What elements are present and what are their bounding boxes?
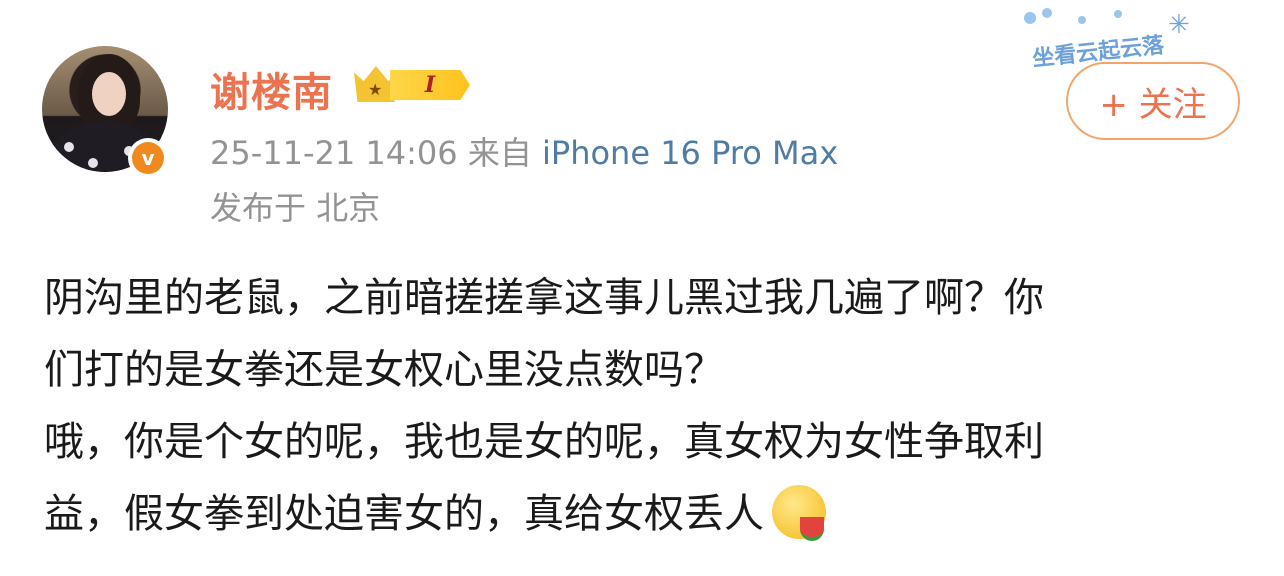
post-datetime: 25-11-21 14:06 (210, 134, 458, 172)
follow-button[interactable]: + 关注 (1066, 62, 1240, 140)
avatar-pattern (64, 142, 74, 152)
post-line: 们打的是女拳还是女权心里没点数吗？ (44, 347, 724, 393)
post-line: 阴沟里的老鼠，之前暗搓搓拿这事儿黑过我几遍了啊？你 (44, 275, 1044, 321)
post-line: 益，假女拳到处迫害女的，真给女权丢人 (44, 478, 1244, 550)
decor-dot (1024, 12, 1036, 24)
decor-dot (1042, 8, 1052, 18)
weibo-post-card: v 谢楼南 ★ I 25-11-21 14:06 来自 iPhone 16 Pr… (0, 0, 1284, 576)
member-badge[interactable]: ★ I (354, 64, 472, 106)
source-prefix: 来自 (467, 134, 532, 172)
post-line-text: 益，假女拳到处迫害女的，真给女权丢人 (44, 491, 764, 537)
avatar-face (92, 72, 126, 116)
decor-dot (1114, 10, 1122, 18)
verified-badge-icon: v (128, 138, 168, 178)
watermelon-icon (800, 517, 824, 541)
snowflake-icon: ✳ (1168, 10, 1190, 40)
eating-watermelon-emoji (772, 485, 826, 541)
post-meta: 25-11-21 14:06 来自 iPhone 16 Pro Max (210, 128, 838, 174)
post-line: 哦，你是个女的呢，我也是女的呢，真女权为女性争取利 (44, 419, 1044, 465)
post-text: 阴沟里的老鼠，之前暗搓搓拿这事儿黑过我几遍了啊？你 们打的是女拳还是女权心里没点… (44, 262, 1244, 550)
post-location: 发布于 北京 (210, 189, 381, 227)
member-level: I (390, 70, 470, 100)
verified-mark: v (132, 142, 164, 174)
user-name[interactable]: 谢楼南 (210, 60, 333, 118)
star-icon: ★ (368, 80, 383, 99)
device-link[interactable]: iPhone 16 Pro Max (542, 134, 838, 172)
avatar-pattern (88, 158, 98, 168)
decor-dot (1078, 16, 1086, 24)
